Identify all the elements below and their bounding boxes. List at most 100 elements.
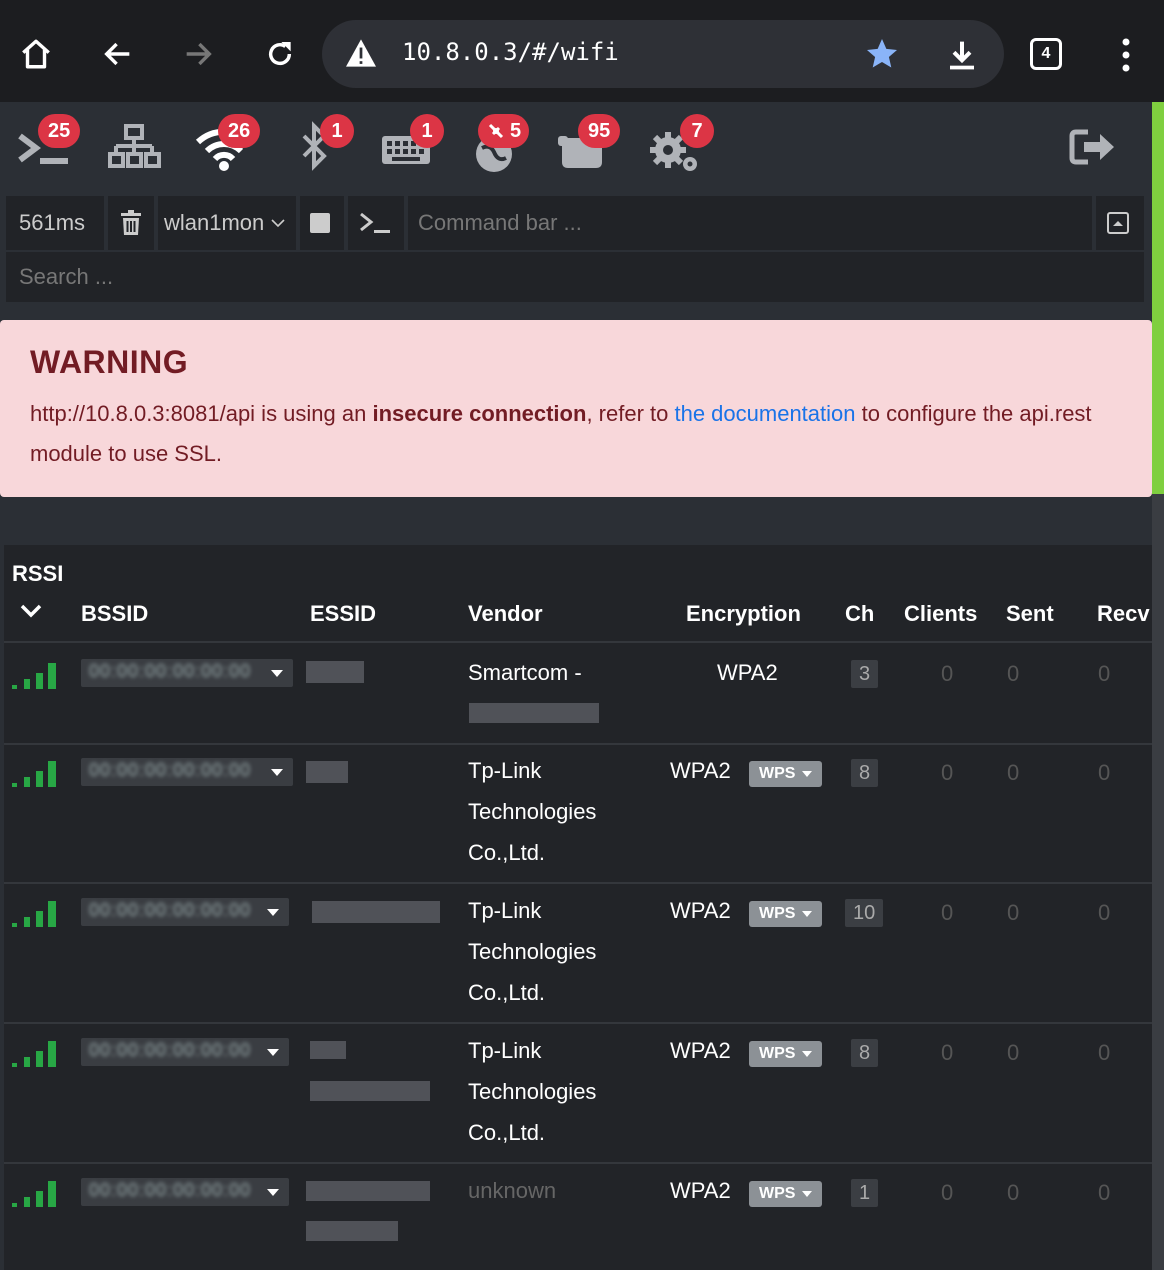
caret-down-icon [271,769,283,776]
caret-down-icon [271,670,283,677]
warning-text-mid: , refer to [586,401,675,426]
essid-redacted [310,1081,430,1101]
events-count-badge: 95 [578,114,621,148]
search-placeholder: Search ... [19,264,114,289]
signal-strength-icon [12,663,56,689]
back-arrow-icon[interactable] [96,32,140,76]
caret-down-icon [267,909,279,916]
sent-count: 0 [1007,1180,1020,1205]
caret-down-icon [267,1049,279,1056]
wps-label: WPS [759,1185,796,1202]
warning-text-pre: http://10.8.0.3:8081/api is using an [30,401,373,426]
star-icon[interactable] [864,36,900,77]
wps-dropdown[interactable]: WPS [749,1041,823,1067]
bssid-dropdown[interactable]: 00:00:00:00:00:00 [81,1178,289,1206]
clear-trash-icon[interactable] [120,196,142,250]
warning-message: http://10.8.0.3:8081/api is using an ins… [30,394,1130,474]
bssid-dropdown[interactable]: 00:00:00:00:00:00 [81,758,293,786]
network-lan-nav-icon[interactable] [104,118,174,178]
vendor-cell: Co.,Ltd. [468,980,546,1005]
table-divider [4,1022,1152,1024]
col-header-ch[interactable]: Ch [845,601,874,627]
table-divider [4,743,1152,745]
vendor-cell: unknown [468,1178,557,1203]
col-header-sent[interactable]: Sent [1006,601,1054,627]
channel-badge: 1 [851,1179,879,1207]
caret-down-icon [802,910,813,917]
channel-badge: 3 [851,660,879,688]
toolbar-divider [404,196,408,250]
forward-arrow-icon[interactable] [176,32,220,76]
sent-count: 0 [1007,661,1020,686]
col-header-vendor[interactable]: Vendor [468,601,543,627]
warning-title: WARNING [30,344,189,380]
warning-text-bold: insecure connection [372,401,587,426]
table-divider [4,641,1152,643]
stop-square-icon[interactable] [310,196,330,250]
scrollbar-thumb[interactable] [1152,102,1164,494]
col-header-bssid[interactable]: BSSID [81,601,148,627]
interface-select[interactable]: wlan1mon [164,196,286,250]
wps-dropdown[interactable]: WPS [749,1181,823,1207]
col-header-essid[interactable]: ESSID [310,601,376,627]
encryption-cell: WPA2 [670,1038,731,1063]
more-menu-icon[interactable] [1118,38,1134,72]
col-header-encryption[interactable]: Encryption [686,601,801,627]
col-header-recv[interactable]: Recv [1097,601,1150,627]
wps-dropdown[interactable]: WPS [749,761,823,787]
encryption-cell: WPA2 [670,898,731,923]
bssid-dropdown[interactable]: 00:00:00:00:00:00 [81,1038,289,1066]
warning-triangle-icon[interactable] [344,38,378,73]
caret-down-icon [802,1050,813,1057]
recv-count: 0 [1098,760,1111,785]
recv-count: 0 [1098,1180,1111,1205]
signal-strength-icon [12,1181,56,1207]
expand-panel-icon[interactable] [1106,196,1130,250]
browser-toolbar: 10.8.0.3/#/wifi 4 [0,0,1164,102]
scrollbar-track[interactable] [1152,494,1164,1270]
address-bar[interactable]: 10.8.0.3/#/wifi [322,20,1004,88]
tab-switcher-button[interactable]: 4 [1030,38,1062,70]
interface-select-value: wlan1mon [164,210,265,235]
encryption-cell: WPA2 [717,660,778,685]
wps-dropdown[interactable]: WPS [749,901,823,927]
vendor-cell: Tp-Link [468,1038,542,1063]
vendor-cell: Tp-Link [468,898,542,923]
essid-redacted [306,661,364,683]
home-icon[interactable] [14,32,58,76]
table-divider [4,882,1152,884]
col-header-rssi[interactable]: RSSI [12,561,63,587]
clients-count: 0 [941,1040,954,1065]
essid-redacted [310,1041,346,1059]
caret-down-icon [267,1189,279,1196]
sort-chevron-down-icon[interactable] [20,603,42,624]
prompt-icon [358,196,392,250]
caret-down-icon [802,770,813,777]
command-input[interactable]: Command bar ... [418,196,582,250]
channel-badge: 8 [851,759,879,787]
vendor-cell: Co.,Ltd. [468,1120,546,1145]
col-header-clients[interactable]: Clients [904,601,977,627]
insecure-connection-warning: WARNING http://10.8.0.3:8081/api is usin… [0,320,1152,497]
bssid-dropdown[interactable]: 00:00:00:00:00:00 [81,898,289,926]
search-input[interactable]: Search ... [6,252,1144,302]
vendor-cell: Technologies [468,799,597,824]
clients-count: 0 [941,900,954,925]
wps-label: WPS [759,1045,796,1062]
download-icon[interactable] [946,38,978,77]
reload-icon[interactable] [258,32,302,76]
bssid-dropdown[interactable]: 00:00:00:00:00:00 [81,659,293,687]
essid-redacted [312,901,440,923]
caret-down-icon [802,1190,813,1197]
essid-redacted [306,1181,430,1201]
essid-redacted [306,761,348,783]
clients-count: 0 [941,661,954,686]
vendor-cell: Technologies [468,939,597,964]
toolbar-divider [104,196,108,250]
url-text[interactable]: 10.8.0.3/#/wifi [402,38,619,66]
logout-icon[interactable] [1068,118,1138,178]
settings-count-badge: 7 [680,114,714,148]
vendor-cell: Co.,Ltd. [468,840,546,865]
toolbar-divider [154,196,158,250]
documentation-link[interactable]: the documentation [674,401,855,426]
